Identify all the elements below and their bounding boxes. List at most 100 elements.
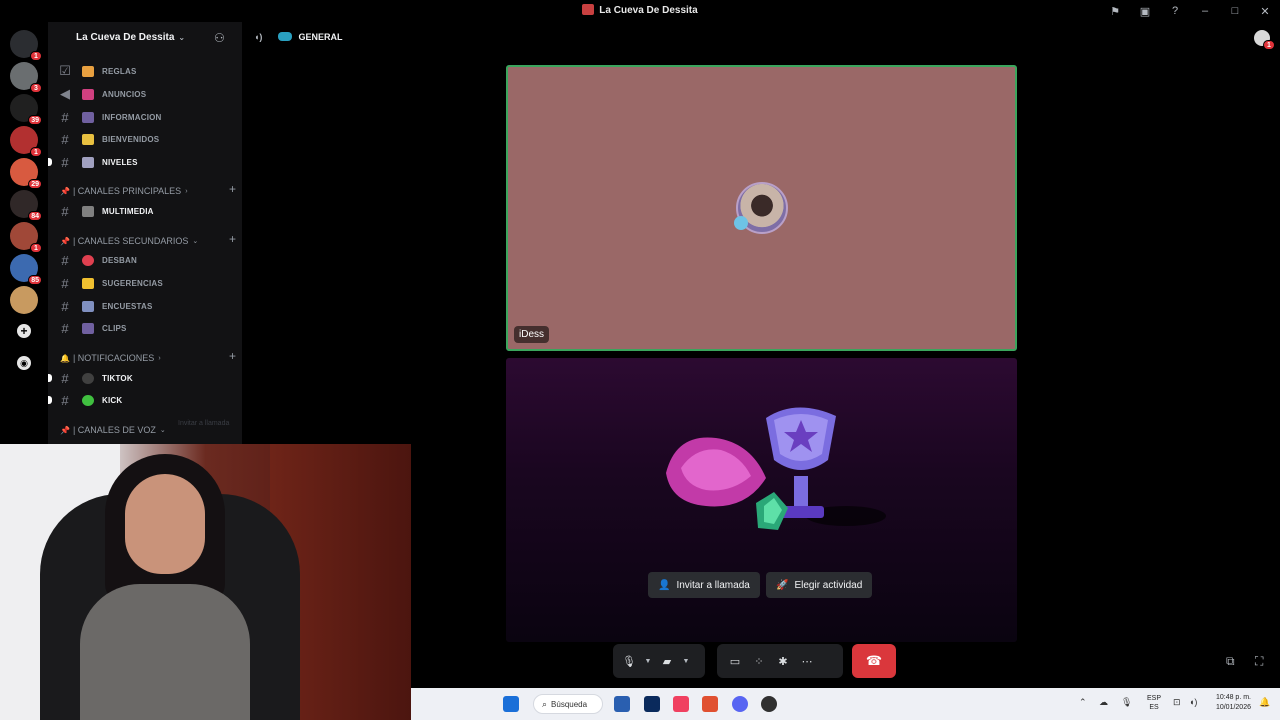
- channel-emoji-icon: [82, 300, 94, 312]
- channel-desban[interactable]: # DESBAN: [58, 251, 238, 269]
- channel-label: REGLAS: [102, 66, 137, 76]
- channel-label: TIKTOK: [102, 373, 133, 383]
- direct-messages-button[interactable]: 1: [10, 30, 42, 61]
- flag-icon[interactable]: ⚑: [1100, 5, 1130, 18]
- music-icon[interactable]: [673, 696, 689, 712]
- voice-channel-name: GENERAL: [298, 32, 343, 42]
- channel-label: NIVELES: [102, 157, 138, 167]
- microphone-icon[interactable]: 🎙: [1121, 697, 1132, 708]
- clock[interactable]: 10:48 p. m. 10/01/2026: [1207, 693, 1251, 713]
- badge: 29: [28, 179, 42, 189]
- maximize-button[interactable]: □: [1220, 5, 1250, 17]
- badge: 1: [30, 147, 42, 157]
- participant-name: iDess: [514, 326, 550, 343]
- hash-icon: #: [61, 203, 69, 219]
- category-canales-secundarios[interactable]: 📌 | CANALES SECUNDARIOS ⌄ +: [60, 232, 236, 248]
- chevron-down-icon[interactable]: ▼: [641, 649, 655, 673]
- megaphone-icon: ◀: [60, 86, 70, 101]
- badge: 84: [28, 211, 42, 221]
- photoshop-icon[interactable]: [644, 696, 660, 712]
- channel-multimedia[interactable]: # MULTIMEDIA: [58, 202, 238, 220]
- more-options-icon[interactable]: ⋯: [795, 649, 819, 673]
- hash-icon: #: [61, 109, 69, 125]
- channel-emoji-icon: [82, 277, 94, 289]
- channel-reglas[interactable]: ☑ REGLAS: [58, 62, 238, 80]
- activities-icon[interactable]: ⁘: [747, 649, 771, 673]
- chevron-down-icon[interactable]: ▼: [679, 649, 693, 673]
- add-user-icon[interactable]: ⚇: [214, 31, 225, 45]
- server-icon[interactable]: 1: [10, 222, 42, 253]
- channel-emoji-icon: [82, 205, 94, 217]
- chevron-up-icon[interactable]: ⌃: [1079, 697, 1087, 708]
- choose-activity-button[interactable]: 🚀 Elegir actividad: [766, 572, 873, 598]
- cloud-icon[interactable]: ☁: [1099, 697, 1108, 708]
- create-channel-icon[interactable]: +: [229, 349, 236, 363]
- pin-icon: 📌: [60, 425, 70, 435]
- participant-tile[interactable]: iDess: [506, 65, 1017, 351]
- channel-niveles[interactable]: # NIVELES: [48, 153, 238, 171]
- channel-encuestas[interactable]: # ENCUESTAS: [58, 297, 238, 315]
- notifications-icon[interactable]: 🔔: [1259, 697, 1270, 708]
- channel-label: ENCUESTAS: [102, 301, 153, 311]
- channel-bienvenidos[interactable]: # BIENVENIDOS: [58, 130, 238, 148]
- server-header[interactable]: La Cueva De Dessita ⌄: [76, 32, 185, 43]
- category-canales-principales[interactable]: 📌 | CANALES PRINCIPALES › +: [60, 182, 236, 198]
- pop-out-icon[interactable]: ⧉: [1226, 654, 1235, 669]
- server-icon[interactable]: [10, 286, 38, 314]
- channel-label: INFORMACION: [102, 112, 162, 122]
- badge: 1: [30, 51, 42, 61]
- microphone-icon[interactable]: 🎙: [617, 649, 641, 673]
- avatar: [734, 182, 788, 234]
- start-button[interactable]: [503, 696, 519, 712]
- button-label: Elegir actividad: [794, 579, 863, 591]
- discord-icon[interactable]: [732, 696, 748, 712]
- screen-share-icon[interactable]: ▭: [723, 649, 747, 673]
- server-icon[interactable]: 85: [10, 254, 42, 285]
- camera-off-icon[interactable]: ▰: [655, 649, 679, 673]
- inbox-alert-icon[interactable]: ▣: [1130, 5, 1160, 18]
- server-icon[interactable]: 39: [10, 94, 42, 125]
- brave-icon[interactable]: [702, 696, 718, 712]
- volume-icon[interactable]: ◖): [1189, 697, 1197, 707]
- pin-icon: 📌: [60, 236, 70, 246]
- channel-sugerencias[interactable]: # SUGERENCIAS: [58, 274, 238, 292]
- help-icon[interactable]: ?: [1160, 5, 1190, 17]
- server-icon[interactable]: 84: [10, 190, 42, 221]
- channel-tiktok[interactable]: # TIKTOK: [48, 369, 238, 387]
- create-channel-icon[interactable]: +: [229, 232, 236, 246]
- invite-to-call-button[interactable]: 👤 Invitar a llamada: [648, 572, 760, 598]
- server-icon[interactable]: 1: [10, 126, 42, 157]
- hangup-icon: ☎: [865, 653, 883, 668]
- category-label: | NOTIFICACIONES: [72, 353, 155, 363]
- pin-icon: 📌: [60, 186, 70, 196]
- disconnect-button[interactable]: ☎: [852, 644, 896, 678]
- window-title: La Cueva De Dessita: [599, 5, 698, 16]
- channel-clips[interactable]: # CLIPS: [58, 319, 238, 337]
- minimize-button[interactable]: –: [1190, 5, 1220, 17]
- search-input[interactable]: ⌕ Búsqueda: [533, 694, 603, 714]
- server-icon[interactable]: 29: [10, 158, 42, 189]
- channel-emoji-icon: [82, 65, 94, 77]
- fullscreen-icon[interactable]: ⛶: [1255, 654, 1263, 669]
- add-server-icon[interactable]: +: [17, 324, 31, 338]
- avatar[interactable]: 1: [1254, 30, 1275, 50]
- button-label: Invitar a llamada: [676, 579, 750, 591]
- chevron-down-icon: ⌄: [159, 427, 166, 434]
- server-icon[interactable]: 3: [10, 62, 42, 93]
- create-channel-icon[interactable]: +: [229, 182, 236, 196]
- soundboard-icon[interactable]: ✱: [771, 649, 795, 673]
- channel-kick[interactable]: # KICK: [48, 391, 238, 409]
- channel-emoji-icon: [82, 372, 94, 384]
- network-icon[interactable]: ⊡: [1173, 697, 1181, 708]
- category-notificaciones[interactable]: 🔔 | NOTIFICACIONES › +: [60, 349, 236, 365]
- discover-icon[interactable]: ◉: [17, 356, 31, 370]
- close-button[interactable]: ✕: [1250, 5, 1280, 18]
- language-indicator[interactable]: ESP ES: [1147, 694, 1161, 712]
- chevron-down-icon: ⌄: [178, 33, 186, 42]
- obs-icon[interactable]: [761, 696, 777, 712]
- taskbar-app-icon[interactable]: [614, 696, 630, 712]
- channel-informacion[interactable]: # INFORMACION: [58, 108, 238, 126]
- channel-anuncios[interactable]: ◀ ANUNCIOS: [58, 85, 238, 103]
- hash-icon: #: [61, 298, 69, 314]
- badge: 1: [30, 243, 42, 253]
